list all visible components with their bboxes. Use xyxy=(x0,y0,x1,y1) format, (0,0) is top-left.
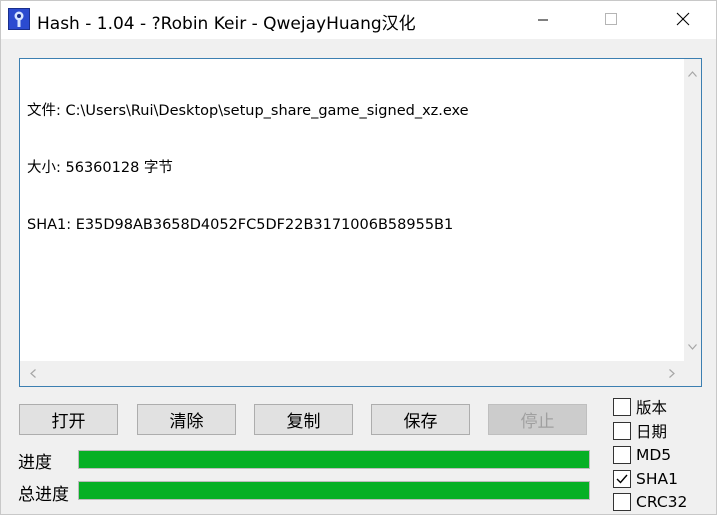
save-button[interactable]: 保存 xyxy=(371,404,470,435)
result-text: 文件: C:\Users\Rui\Desktop\setup_share_gam… xyxy=(27,64,469,273)
checkbox[interactable] xyxy=(613,493,631,511)
progress-bar xyxy=(78,450,590,469)
result-line-file: 文件: C:\Users\Rui\Desktop\setup_share_gam… xyxy=(27,103,469,119)
minimize-button[interactable] xyxy=(520,1,566,39)
vertical-scrollbar[interactable] xyxy=(684,59,701,361)
option-label: MD5 xyxy=(636,446,672,464)
checkmark-icon xyxy=(616,474,628,484)
option-date[interactable]: 日期 xyxy=(613,420,667,442)
option-crc32[interactable]: CRC32 xyxy=(613,491,687,513)
scroll-up-icon[interactable] xyxy=(684,65,701,82)
option-label: 日期 xyxy=(636,423,668,441)
hash-window: Hash - 1.04 - ?Robin Keir - QwejayHuang汉… xyxy=(0,0,717,515)
open-button[interactable]: 打开 xyxy=(19,404,118,435)
checkbox[interactable] xyxy=(613,446,631,464)
checkbox-checked[interactable] xyxy=(613,470,631,488)
option-label: CRC32 xyxy=(636,493,688,511)
maximize-icon xyxy=(604,11,618,30)
title-bar[interactable]: Hash - 1.04 - ?Robin Keir - QwejayHuang汉… xyxy=(1,1,716,39)
option-sha1[interactable]: SHA1 xyxy=(613,468,678,490)
checkbox[interactable] xyxy=(613,422,631,440)
keyhole-icon xyxy=(8,8,30,30)
scroll-right-icon[interactable] xyxy=(663,365,680,382)
result-line-size: 大小: 56360128 字节 xyxy=(27,160,173,176)
total-progress-bar-fill xyxy=(79,482,589,499)
result-textbox[interactable]: 文件: C:\Users\Rui\Desktop\setup_share_gam… xyxy=(19,58,702,387)
maximize-button[interactable] xyxy=(588,1,634,39)
stop-button[interactable]: 停止 xyxy=(488,404,587,435)
total-progress-bar xyxy=(78,481,590,500)
progress-label: 进度 xyxy=(18,453,52,473)
scroll-down-icon[interactable] xyxy=(684,338,701,355)
window-title: Hash - 1.04 - ?Robin Keir - QwejayHuang汉… xyxy=(37,14,416,34)
minimize-icon xyxy=(537,11,549,30)
scroll-left-icon[interactable] xyxy=(24,365,41,382)
close-button[interactable] xyxy=(660,1,706,39)
option-version[interactable]: 版本 xyxy=(613,396,667,418)
option-label: 版本 xyxy=(636,399,668,417)
total-progress-label: 总进度 xyxy=(18,485,69,505)
option-md5[interactable]: MD5 xyxy=(613,444,671,466)
checkbox[interactable] xyxy=(613,398,631,416)
clear-button[interactable]: 清除 xyxy=(137,404,236,435)
scrollbar-corner xyxy=(684,361,701,386)
progress-bar-fill xyxy=(79,451,589,468)
close-icon xyxy=(676,11,690,30)
result-line-sha1: SHA1: E35D98AB3658D4052FC5DF22B3171006B5… xyxy=(27,217,454,233)
option-label: SHA1 xyxy=(636,470,678,488)
horizontal-scrollbar[interactable] xyxy=(20,361,684,386)
copy-button[interactable]: 复制 xyxy=(254,404,353,435)
